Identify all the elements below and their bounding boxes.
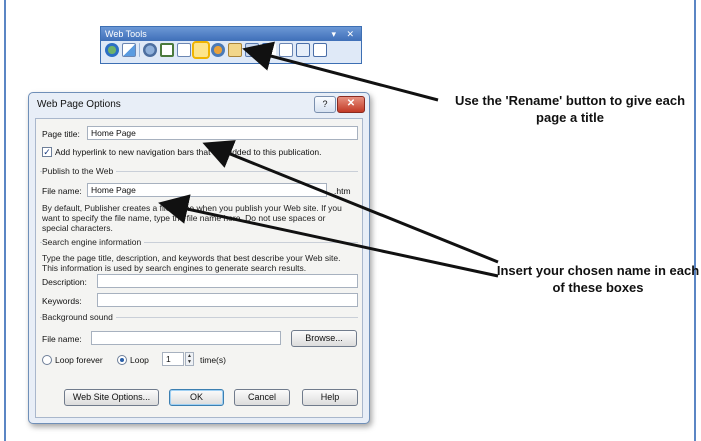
rename-annotation: Use the 'Rename' button to give each pag…: [454, 93, 686, 125]
insert-annotation: Insert your chosen name in each of these…: [496, 263, 700, 295]
file-name-arrow: [158, 194, 499, 278]
annotation-arrows: [158, 41, 499, 278]
rename-arrow: [242, 41, 439, 102]
